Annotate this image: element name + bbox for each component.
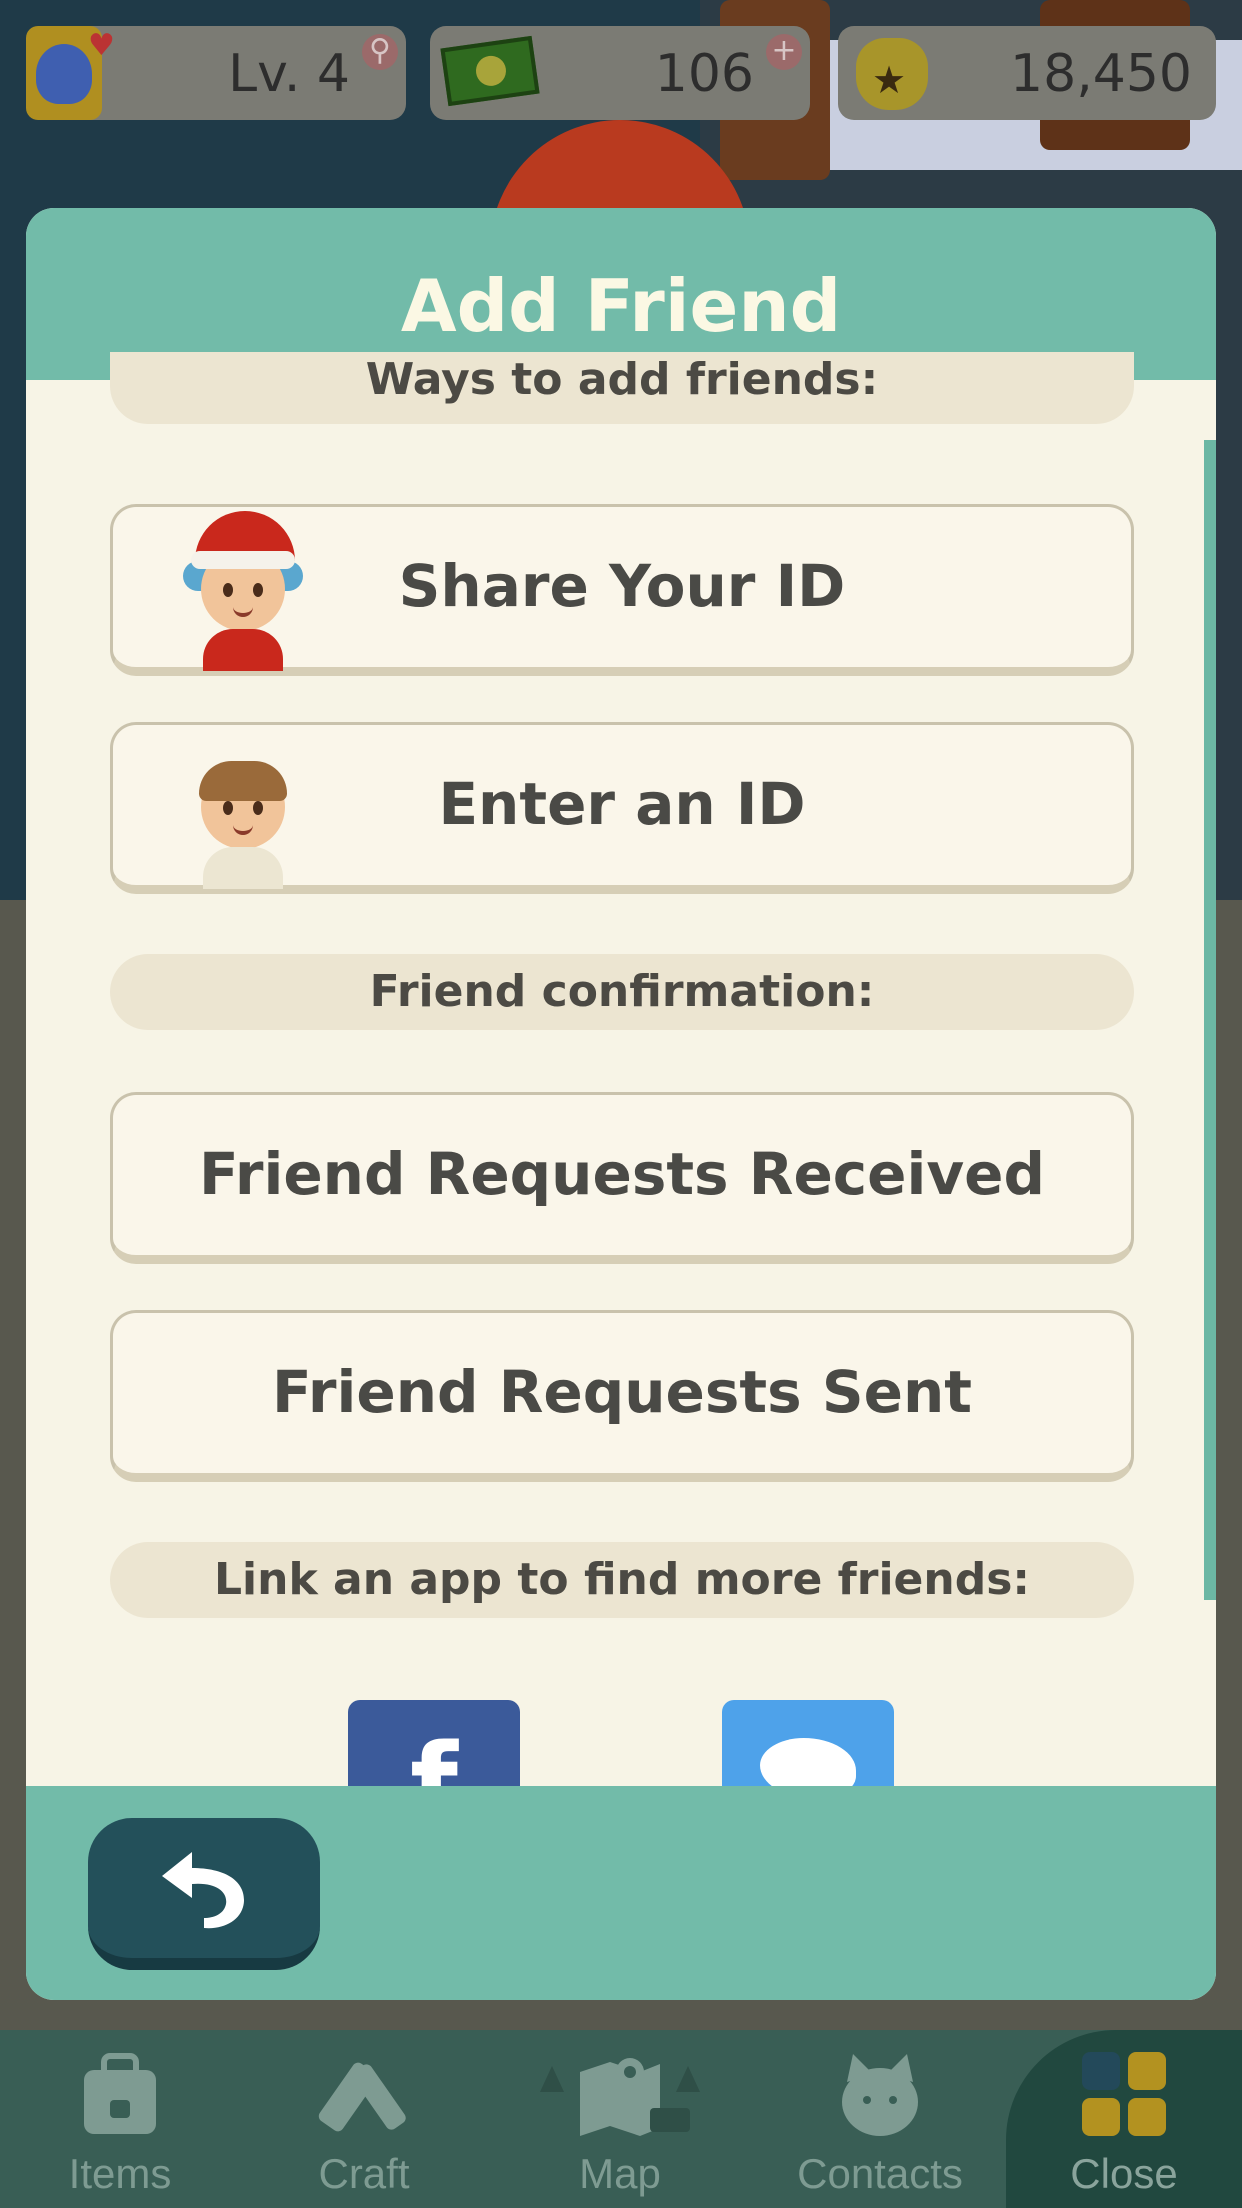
cat-contacts-icon (842, 2054, 918, 2136)
menu-grid-icon (1082, 2052, 1166, 2136)
back-button[interactable] (88, 1818, 320, 1970)
nav-close-label: Close (1070, 2150, 1178, 2197)
nav-contacts-label: Contacts (797, 2150, 963, 2197)
section-link-app: Link an app to find more friends: (110, 1542, 1134, 1618)
grid-cell (1082, 2098, 1120, 2136)
default-villager-avatar (173, 725, 313, 889)
level-panel[interactable]: ♥ Lv. 4 ⚲ (26, 26, 406, 120)
grid-cell (1082, 2052, 1120, 2090)
friend-requests-received-label: Friend Requests Received (198, 1140, 1046, 1208)
bottom-navigation: Items Craft Map Contacts Close (0, 2030, 1242, 2208)
avatar-body (203, 847, 283, 889)
santa-villager-avatar (173, 507, 313, 671)
heart-icon: ♥ (88, 28, 115, 63)
avatar-eye (253, 583, 263, 597)
enter-an-id-label: Enter an ID (438, 770, 806, 838)
scrollbar[interactable] (1204, 440, 1216, 1600)
dialog-title: Add Friend (400, 264, 842, 348)
dialog-footer (26, 1786, 1216, 2000)
avatar-eye (223, 583, 233, 597)
leaf-ticket-icon (440, 35, 540, 107)
facebook-icon: f (410, 1720, 458, 1792)
nav-close[interactable]: Close (1006, 2030, 1242, 2208)
nav-map-label: Map (579, 2150, 661, 2197)
grid-cell (1128, 2052, 1166, 2090)
section-friend-confirmation: Friend confirmation: (110, 954, 1134, 1030)
avatar-body (203, 629, 283, 671)
bells-value: 18,450 (1010, 44, 1192, 104)
hat-brim (191, 551, 295, 569)
avatar-eye (253, 801, 263, 815)
leaf-icon (474, 53, 508, 88)
avatar-hair (199, 761, 287, 801)
player-avatar: ♥ (26, 26, 115, 120)
star-icon: ★ (872, 58, 907, 102)
twitter-bird-icon (760, 1738, 856, 1792)
grid-cell (1128, 2098, 1166, 2136)
section-ways-to-add: Ways to add friends: (110, 352, 1134, 424)
cat-face-icon (36, 44, 92, 104)
twitter-button[interactable] (722, 1700, 894, 1792)
add-tickets-button[interactable]: + (766, 34, 802, 70)
facebook-button[interactable]: f (348, 1700, 520, 1792)
nav-items[interactable]: Items (40, 2030, 200, 2208)
leaf-tickets-panel[interactable]: 106 + (430, 26, 810, 120)
avatar-eye (223, 801, 233, 815)
bells-panel: ★ 18,450 (838, 26, 1216, 120)
nav-craft[interactable]: Craft (284, 2030, 444, 2208)
level-value: Lv. 4 (228, 44, 350, 104)
nav-map[interactable]: Map (520, 2030, 720, 2208)
share-your-id-button[interactable]: Share Your ID (110, 504, 1134, 676)
bell-bag-icon: ★ (856, 38, 928, 110)
friend-requests-sent-button[interactable]: Friend Requests Sent (110, 1310, 1134, 1482)
share-your-id-label: Share Your ID (398, 552, 846, 620)
friend-requests-received-button[interactable]: Friend Requests Received (110, 1092, 1134, 1264)
nav-items-label: Items (68, 2150, 172, 2197)
add-friend-dialog: Add Friend Ways to add friends: Share Yo… (26, 208, 1216, 2000)
nav-craft-label: Craft (318, 2150, 410, 2197)
map-icon (540, 2058, 700, 2136)
friend-requests-sent-label: Friend Requests Sent (272, 1358, 972, 1426)
tickets-value: 106 (654, 44, 754, 104)
nav-contacts[interactable]: Contacts (770, 2030, 990, 2208)
back-arrow-icon (162, 1852, 244, 1929)
hammer-saw-icon (318, 2062, 406, 2132)
backpack-icon (84, 2053, 156, 2134)
enter-an-id-button[interactable]: Enter an ID (110, 722, 1134, 894)
level-search-icon[interactable]: ⚲ (362, 34, 398, 70)
